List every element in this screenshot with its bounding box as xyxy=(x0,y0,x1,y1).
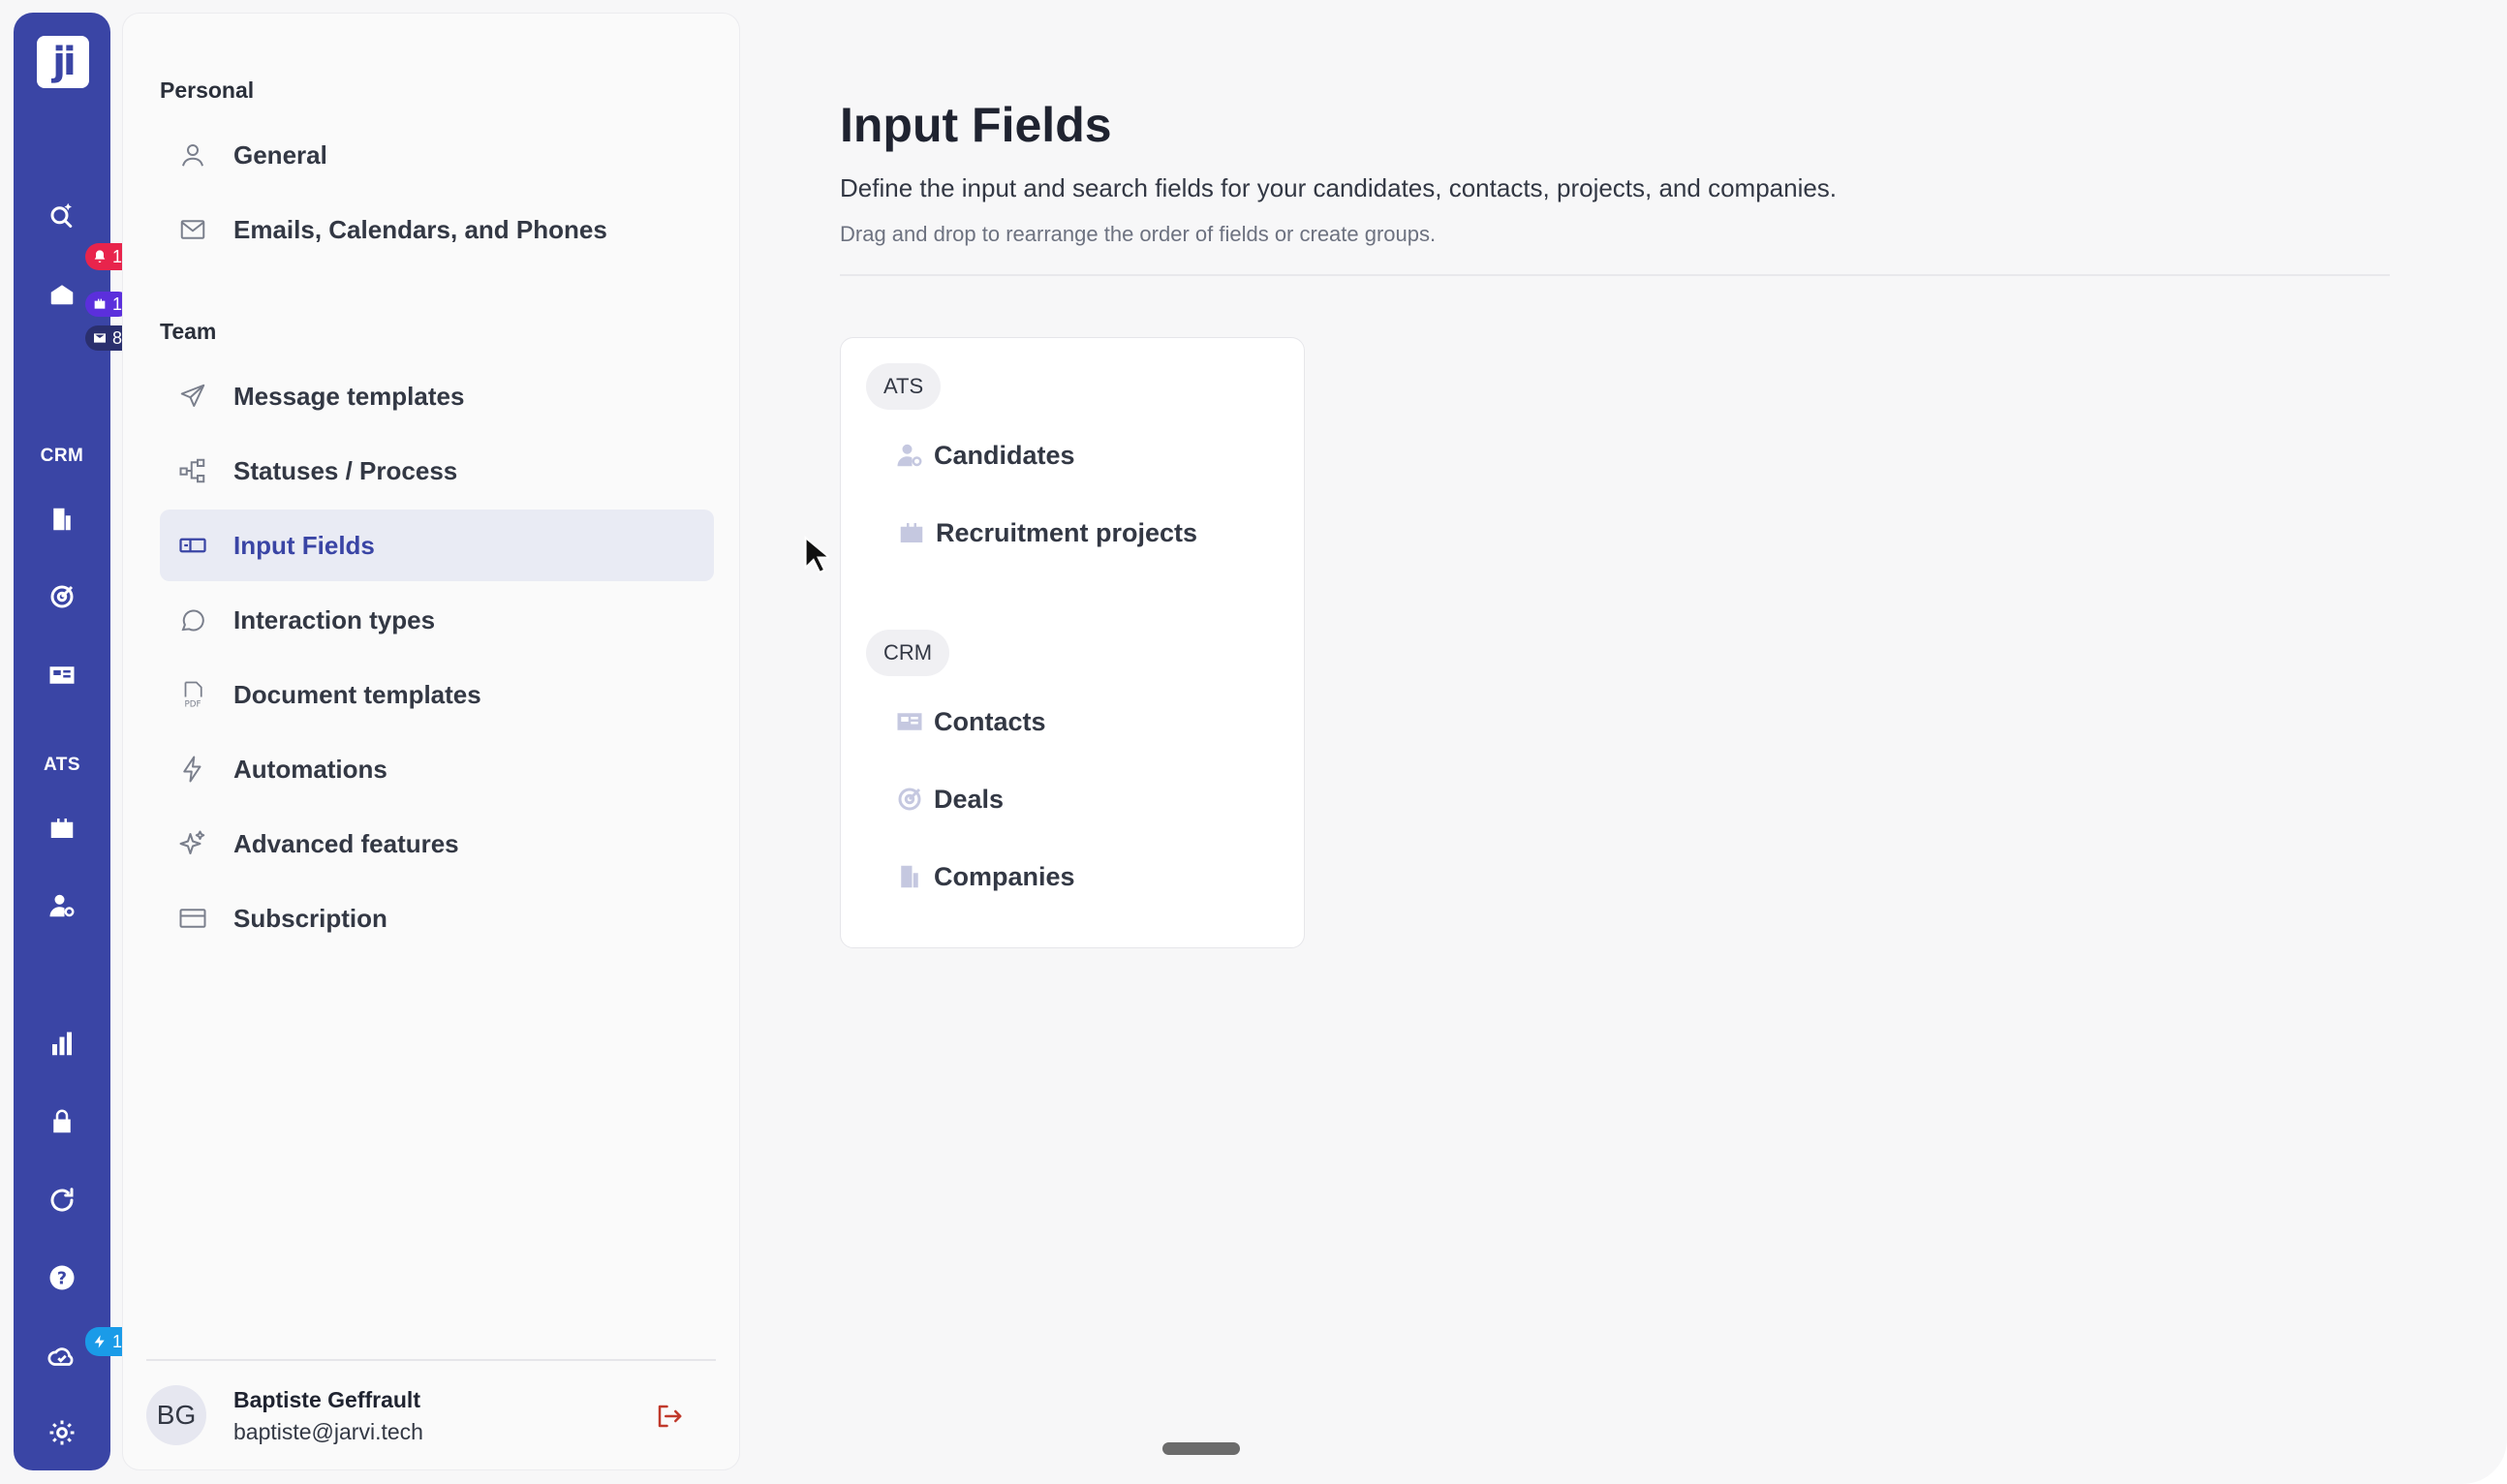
nav-item-subscription[interactable]: Subscription xyxy=(160,882,714,954)
gear-icon[interactable] xyxy=(43,1413,81,1452)
profile-email: baptiste@jarvi.tech xyxy=(233,1419,423,1444)
envelope-icon xyxy=(175,212,210,247)
home-indicator xyxy=(1162,1442,1240,1455)
icon-rail: ji 14 1 86 CRM ATS xyxy=(14,13,141,1470)
briefcase-icon xyxy=(94,298,106,309)
target-icon[interactable] xyxy=(43,577,81,616)
entity-label: Candidates xyxy=(934,440,1075,470)
nav-item-label: Message templates xyxy=(233,381,465,411)
briefcase-icon xyxy=(900,523,923,542)
building-icon xyxy=(901,865,918,888)
group-chip-crm[interactable]: CRM xyxy=(866,630,950,676)
nav-item-label: Document templates xyxy=(233,679,481,709)
entity-label: Companies xyxy=(934,861,1075,891)
cloud-check-icon[interactable] xyxy=(43,1338,81,1376)
entity-groups-card: ATS Candidates Recruitment projects CRM … xyxy=(840,337,1305,948)
help-icon[interactable]: ? xyxy=(43,1258,81,1297)
recruitment-count: 1 xyxy=(112,294,123,314)
group-chip-ats[interactable]: ATS xyxy=(866,363,942,410)
personal-section-heading: Personal xyxy=(160,77,255,103)
profile-name: Baptiste Geffrault xyxy=(233,1387,420,1412)
paper-plane-icon xyxy=(175,379,210,414)
contact-card-icon xyxy=(897,713,922,730)
profile-divider xyxy=(146,1359,716,1361)
team-section-heading: Team xyxy=(160,319,217,344)
entity-item-deals[interactable]: Deals xyxy=(895,778,1004,820)
crm-section-label: CRM xyxy=(40,446,84,466)
nav-item-label: Emails, Calendars, and Phones xyxy=(233,214,607,244)
search-icon[interactable] xyxy=(43,195,81,233)
contact-card-icon[interactable] xyxy=(43,656,81,695)
nav-item-label: Statuses / Process xyxy=(233,455,458,485)
pdf-file-icon: PDF xyxy=(175,677,210,712)
building-icon[interactable] xyxy=(43,500,81,539)
lock-icon[interactable] xyxy=(43,1102,81,1141)
credit-card-icon xyxy=(175,901,210,936)
nav-item-label: Subscription xyxy=(233,903,387,933)
envelope-icon xyxy=(94,333,106,343)
entity-label: Deals xyxy=(934,784,1005,814)
header-divider xyxy=(840,274,2390,276)
entity-item-contacts[interactable]: Contacts xyxy=(895,700,1046,743)
entity-label: Recruitment projects xyxy=(936,517,1198,547)
app-window: ji 14 1 86 CRM ATS xyxy=(0,0,2507,1484)
workflow-icon xyxy=(175,453,210,488)
person-search-icon[interactable] xyxy=(43,886,81,925)
ats-section-label: ATS xyxy=(43,755,81,775)
entity-item-recruitment-projects[interactable]: Recruitment projects xyxy=(897,511,1197,554)
sparkles-icon xyxy=(175,826,210,861)
entity-label: Contacts xyxy=(934,706,1046,736)
target-icon xyxy=(898,788,921,811)
nav-item-document-templates[interactable]: PDF Document templates xyxy=(160,659,714,730)
nav-item-message-templates[interactable]: Message templates xyxy=(160,360,714,432)
svg-text:PDF: PDF xyxy=(184,700,201,710)
nav-item-automations[interactable]: Automations xyxy=(160,733,714,805)
analytics-icon[interactable] xyxy=(43,1025,81,1064)
nav-item-general[interactable]: General xyxy=(160,119,714,191)
page-title: Input Fields xyxy=(840,98,1112,152)
page-hint: Drag and drop to rearrange the order of … xyxy=(840,222,1437,246)
entity-item-companies[interactable]: Companies xyxy=(895,855,1075,898)
nav-item-label: Interaction types xyxy=(233,604,436,634)
inbox-icon[interactable] xyxy=(43,274,81,313)
person-search-icon xyxy=(897,444,922,467)
nav-item-input-fields[interactable]: Input Fields xyxy=(160,510,714,581)
nav-item-label: General xyxy=(233,139,327,170)
app-logo[interactable]: ji xyxy=(37,36,89,88)
user-icon xyxy=(175,138,210,172)
settings-sidebar: Personal General Emails, Calendars, and … xyxy=(122,13,740,1470)
nav-item-statuses-process[interactable]: Statuses / Process xyxy=(160,435,714,507)
nav-item-label: Automations xyxy=(233,754,387,784)
avatar[interactable]: BG xyxy=(146,1385,206,1445)
mouse-cursor-icon xyxy=(804,536,829,574)
lightning-icon xyxy=(175,752,210,787)
bell-icon xyxy=(94,250,106,263)
nav-item-interaction-types[interactable]: Interaction types xyxy=(160,584,714,656)
nav-item-emails-calendars-phones[interactable]: Emails, Calendars, and Phones xyxy=(160,194,714,265)
chat-bubble-icon xyxy=(175,603,210,637)
svg-text:?: ? xyxy=(57,1269,67,1288)
nav-item-label: Input Fields xyxy=(233,530,375,560)
entity-item-candidates[interactable]: Candidates xyxy=(895,434,1075,477)
lightning-icon xyxy=(94,1335,105,1348)
page-description: Define the input and search fields for y… xyxy=(840,173,1838,202)
refresh-icon[interactable] xyxy=(43,1181,81,1220)
briefcase-icon[interactable] xyxy=(43,809,81,848)
nav-item-label: Advanced features xyxy=(233,828,459,858)
nav-item-advanced-features[interactable]: Advanced features xyxy=(160,808,714,880)
logout-icon[interactable] xyxy=(652,1399,687,1434)
input-field-icon xyxy=(175,528,210,563)
